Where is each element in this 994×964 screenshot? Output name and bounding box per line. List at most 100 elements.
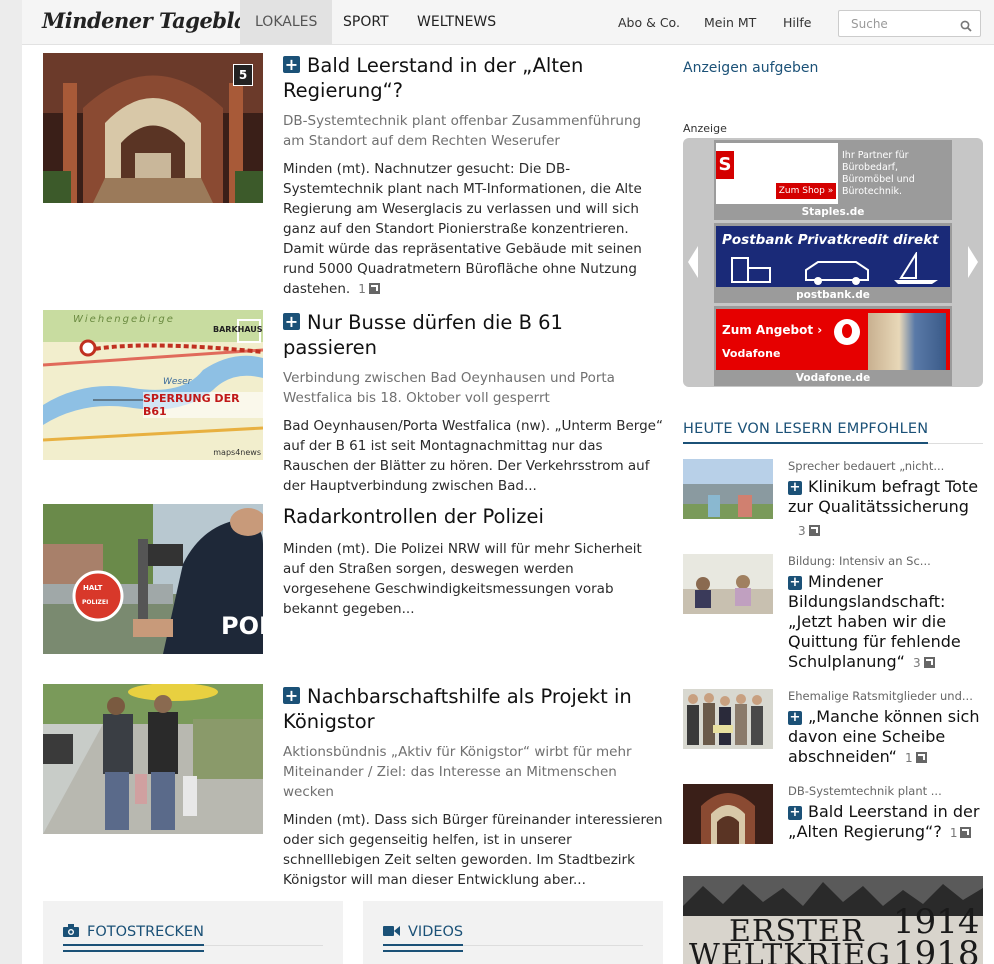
search-icon[interactable]	[960, 17, 972, 36]
recommended-kicker: DB-Systemtechnik plant ...	[788, 784, 942, 798]
article-teaser: Minden (mt). Nachnutzer gesucht: Die DB-…	[283, 159, 663, 299]
banner-year-1918: 1918	[893, 934, 980, 964]
videos-heading[interactable]: VIDEOS	[383, 921, 643, 952]
ad-caption: postbank.de	[796, 289, 870, 301]
site-logo[interactable]: Mindener Tageblatt	[42, 8, 266, 33]
nav-weltnews[interactable]: WELTNEWS	[402, 0, 511, 45]
recommended-title[interactable]: + Mindener Bildungslandschaft: „Jetzt hab…	[788, 572, 983, 673]
recommended-title[interactable]: + Bald Leerstand in der „Alten Regierung“…	[788, 802, 983, 843]
jacket-text: POL	[221, 612, 263, 640]
comment-count-value[interactable]: 1	[905, 751, 913, 765]
recommended-title[interactable]: + „Manche können sich davon eine Scheibe …	[788, 707, 983, 768]
ad-prev-arrow[interactable]	[688, 246, 698, 278]
link-hilfe[interactable]: Hilfe	[783, 0, 811, 45]
recommended-image[interactable]	[683, 554, 773, 614]
staples-ad-text: Ihr Partner für Bürobedarf, Büromöbel un…	[842, 150, 915, 197]
map-label-weser: Weser	[163, 377, 192, 387]
article-teaser: Bad Oeynhausen/Porta Westfalica (nw). „U…	[283, 418, 663, 494]
article-subtitle: DB-Systemtechnik plant offenbar Zusammen…	[283, 113, 642, 149]
map-label-barkhausen: BARKHAUSEN	[213, 325, 263, 334]
ad-staples[interactable]: S Zum Shop » Ihr Partner für Bürobedarf,…	[714, 140, 952, 220]
article-title-text[interactable]: Bald Leerstand in der „Alten Regierung“?	[283, 54, 583, 102]
recommended-title-text[interactable]: Klinikum befragt Tote zur Qualitätssiche…	[788, 477, 978, 516]
plus-icon: +	[788, 480, 802, 495]
recommended-image[interactable]	[683, 784, 773, 844]
ad-next-arrow[interactable]	[968, 246, 978, 278]
article-title-text[interactable]: Nur Busse dürfen die B 61 passieren	[283, 311, 563, 359]
vodafone-brand: Vodafone	[722, 347, 781, 360]
plus-icon: +	[283, 312, 300, 331]
site-header: Mindener Tageblatt LOKALES SPORT WELTNEW…	[22, 0, 994, 45]
recommended-heading-text: HEUTE VON LESERN EMPFOHLEN	[683, 421, 929, 444]
page-gutter	[0, 0, 22, 964]
staples-ad-image: S Zum Shop »	[716, 143, 838, 204]
ad-label: Anzeige	[683, 122, 727, 135]
comment-count[interactable]: 3	[788, 520, 983, 539]
ad-carousel: S Zum Shop » Ihr Partner für Bürobedarf,…	[683, 138, 983, 387]
article-image[interactable]	[43, 684, 263, 834]
article-title[interactable]: + Nachbarschaftshilfe als Projekt in Köni…	[283, 684, 663, 734]
vodafone-logo-icon	[834, 319, 860, 345]
plus-icon: +	[788, 805, 802, 820]
article-image[interactable]: HALT POLIZEI POL	[43, 504, 263, 654]
recommended-image[interactable]	[683, 459, 773, 519]
link-mein-mt[interactable]: Mein MT	[704, 0, 756, 45]
article-title[interactable]: + Bald Leerstand in der „Alten Regierung“…	[283, 53, 663, 103]
ad-vodafone[interactable]: Zum Angebot › Vodafone Vodafone.de	[714, 306, 952, 386]
sign-text-halt: HALT	[83, 584, 103, 592]
recommended-title-text[interactable]: Mindener Bildungslandschaft: „Jetzt habe…	[788, 572, 961, 671]
article-title-text[interactable]: Nachbarschaftshilfe als Projekt in König…	[283, 685, 632, 733]
recommended-title[interactable]: + Klinikum befragt Tote zur Qualitätssich…	[788, 477, 983, 517]
gallery-count-badge: 5	[233, 64, 253, 86]
article-teaser: Minden (mt). Dass sich Bürger füreinande…	[283, 812, 663, 888]
nav-sport[interactable]: SPORT	[328, 0, 404, 45]
fotostrecken-heading-inner: FOTOSTRECKEN	[63, 924, 204, 952]
ad-postbank[interactable]: Postbank Privatkredit direkt postbank.de	[714, 223, 952, 303]
article-title[interactable]: + Nur Busse dürfen die B 61 passieren	[283, 310, 663, 360]
comment-icon	[923, 657, 935, 668]
camera-icon	[63, 924, 87, 946]
link-abo[interactable]: Abo & Co.	[618, 0, 680, 45]
vodafone-ad-cta: Zum Angebot ›	[722, 323, 823, 337]
comment-count[interactable]: 1	[358, 282, 380, 296]
search-box	[838, 10, 981, 37]
article-teaser-text: Minden (mt). Nachnutzer gesucht: Die DB-…	[283, 161, 642, 297]
fotostrecken-label: FOTOSTRECKEN	[87, 924, 204, 946]
article-title[interactable]: Radarkontrollen der Polizei	[283, 504, 663, 529]
comment-count-value: 3	[798, 524, 806, 538]
ad-caption: Staples.de	[801, 206, 865, 218]
map-label-wiehengebirge: Wiehengebirge	[73, 314, 175, 325]
comment-icon	[915, 752, 927, 763]
erster-weltkrieg-banner[interactable]: ERSTER WELTKRIEG 1914 1918	[683, 876, 983, 964]
anzeigen-aufgeben-link[interactable]: Anzeigen aufgeben	[683, 60, 818, 76]
video-camera-icon	[383, 924, 408, 946]
plus-icon: +	[788, 575, 802, 590]
phone-image	[868, 313, 946, 370]
postbank-ad-image: Postbank Privatkredit direkt	[716, 226, 950, 287]
recommended-image[interactable]	[683, 689, 773, 749]
comment-icon	[368, 283, 380, 294]
comment-icon	[808, 525, 820, 536]
comment-count-value[interactable]: 1	[950, 826, 958, 840]
recommended-kicker: Ehemalige Ratsmitglieder und...	[788, 689, 973, 703]
search-input[interactable]	[839, 11, 949, 36]
fotostrecken-heading[interactable]: FOTOSTRECKEN	[63, 921, 323, 952]
banner-weltkrieg: WELTKRIEG	[689, 938, 891, 964]
postbank-ad-text: Postbank Privatkredit direkt	[722, 232, 939, 248]
article-teaser: Minden (mt). Die Polizei NRW will für me…	[283, 541, 642, 617]
ad-caption: Vodafone.de	[795, 372, 871, 384]
map-credit: maps4news	[213, 448, 261, 457]
sign-text-polizei: POLIZEI	[82, 599, 109, 606]
article-subtitle: Verbindung zwischen Bad Oeynhausen und P…	[283, 370, 615, 406]
videos-heading-inner: VIDEOS	[383, 924, 464, 952]
article-map-image[interactable]: Wiehengebirge BARKHAUSEN SPERRUNG DER B6…	[43, 310, 263, 460]
recommended-heading: HEUTE VON LESERN EMPFOHLEN	[683, 418, 983, 444]
recommended-title-text[interactable]: „Manche können sich davon eine Scheibe a…	[788, 707, 979, 766]
article-image[interactable]: 5	[43, 53, 263, 203]
videos-box: VIDEOS	[363, 901, 663, 964]
nav-lokales[interactable]: LOKALES	[240, 0, 333, 45]
comment-count-value[interactable]: 3	[913, 656, 921, 670]
comment-count-value: 1	[358, 282, 366, 296]
recommended-kicker: Sprecher bedauert „nicht...	[788, 459, 945, 473]
recommended-kicker: Bildung: Intensiv an Sc...	[788, 554, 931, 568]
